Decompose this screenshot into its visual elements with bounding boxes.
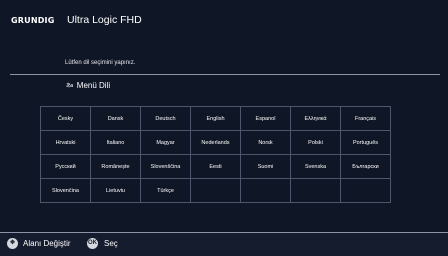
- lang-cell[interactable]: Slovenščina: [140, 154, 191, 179]
- dpad-icon: ✥: [7, 238, 18, 249]
- lang-cell[interactable]: Nederlands: [190, 130, 241, 155]
- lang-cell[interactable]: Românește: [90, 154, 141, 179]
- footer-bar: ✥ Alanı Değiştir OK Seç: [0, 232, 448, 256]
- section-title: あa Menü Dili: [66, 81, 111, 90]
- ok-button-icon: OK: [87, 238, 98, 249]
- lang-cell-empty: [340, 178, 391, 203]
- lang-cell[interactable]: Suomi: [240, 154, 291, 179]
- lang-cell-empty: [290, 178, 341, 203]
- lang-cell[interactable]: Türkçe: [140, 178, 191, 203]
- lang-cell[interactable]: Magyar: [140, 130, 191, 155]
- lang-cell[interactable]: Italiano: [90, 130, 141, 155]
- lang-cell[interactable]: Русский: [40, 154, 91, 179]
- lang-cell[interactable]: Česky: [40, 106, 91, 131]
- language-prompt: Lütfen dil seçimini yapınız.: [65, 60, 136, 66]
- lang-cell-empty: [240, 178, 291, 203]
- footer-ok-label: Seç: [104, 239, 118, 248]
- lang-cell[interactable]: Norsk: [240, 130, 291, 155]
- lang-cell[interactable]: English: [190, 106, 241, 131]
- lang-cell[interactable]: Polski: [290, 130, 341, 155]
- lang-cell-empty: [190, 178, 241, 203]
- language-icon: あa: [66, 83, 73, 89]
- lang-cell[interactable]: Svenska: [290, 154, 341, 179]
- divider: [10, 74, 440, 75]
- lang-cell[interactable]: Hrvatski: [40, 130, 91, 155]
- lang-cell[interactable]: Français: [340, 106, 391, 131]
- lang-cell[interactable]: Português: [340, 130, 391, 155]
- lang-cell[interactable]: Eesti: [190, 154, 241, 179]
- lang-cell[interactable]: Espanol: [240, 106, 291, 131]
- brand-logo: GRUNDIG: [11, 16, 55, 25]
- lang-cell[interactable]: Български: [340, 154, 391, 179]
- lang-cell[interactable]: Slovenčina: [40, 178, 91, 203]
- lang-cell[interactable]: Deutsch: [140, 106, 191, 131]
- lang-cell[interactable]: Ελληνικά: [290, 106, 341, 131]
- model-title: Ultra Logic FHD: [67, 14, 142, 26]
- language-grid: Česky Dansk Deutsch English Espanol Ελλη…: [40, 106, 391, 203]
- lang-cell[interactable]: Lietuviu: [90, 178, 141, 203]
- footer-move-label: Alanı Değiştir: [23, 239, 71, 248]
- lang-cell[interactable]: Dansk: [90, 106, 141, 131]
- header: GRUNDIG Ultra Logic FHD: [0, 0, 448, 44]
